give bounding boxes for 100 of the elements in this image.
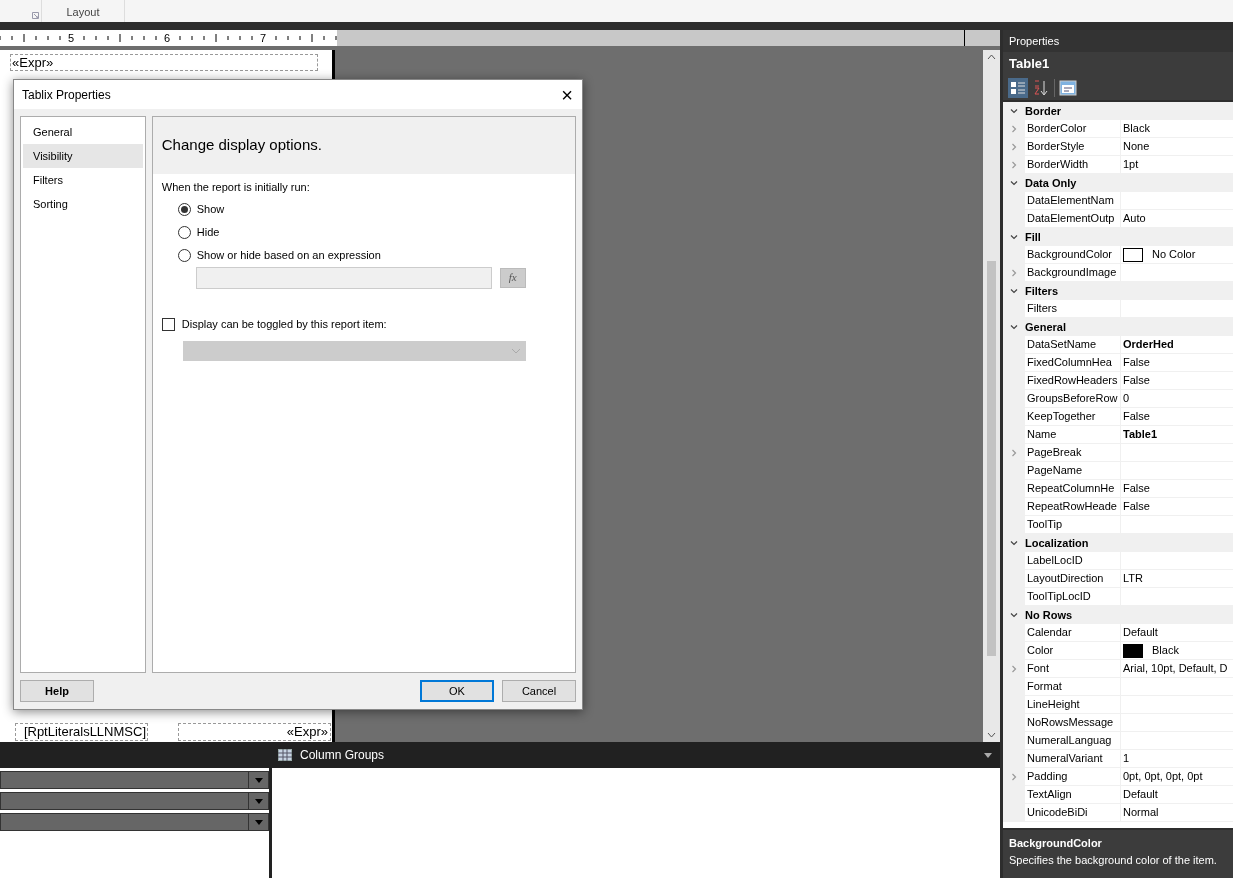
radio-button[interactable]: [177, 249, 191, 262]
radio-option[interactable]: Hide: [177, 224, 575, 241]
property-value[interactable]: Table1: [1123, 426, 1158, 443]
property-name[interactable]: Name: [1025, 426, 1120, 444]
property-value[interactable]: Default: [1123, 786, 1158, 803]
property-value[interactable]: False: [1123, 408, 1150, 425]
value-cell[interactable]: OrderHed: [1120, 336, 1233, 354]
chevron-icon[interactable]: [1010, 179, 1018, 187]
radio-button[interactable]: [177, 203, 191, 216]
dialog-button[interactable]: Cancel: [502, 680, 576, 702]
property-name[interactable]: NumeralLanguag: [1025, 732, 1120, 750]
vertical-scrollbar[interactable]: [983, 50, 1000, 742]
property-name[interactable]: LabelLocID: [1025, 552, 1120, 570]
property-value[interactable]: Black: [1152, 642, 1179, 659]
property-name[interactable]: BorderWidth: [1025, 156, 1120, 174]
property-value[interactable]: False: [1123, 498, 1150, 515]
property-name[interactable]: NumeralVariant: [1025, 750, 1120, 768]
value-cell[interactable]: No Color: [1120, 246, 1233, 264]
value-cell[interactable]: False: [1120, 480, 1233, 498]
scroll-up-icon[interactable]: [987, 54, 996, 60]
sort-icon[interactable]: [1032, 79, 1050, 97]
value-cell[interactable]: False: [1120, 498, 1233, 516]
dropdown-icon[interactable]: [254, 798, 263, 804]
property-value[interactable]: 0: [1123, 390, 1130, 407]
value-cell[interactable]: 0: [1120, 390, 1233, 408]
categorized-icon[interactable]: [1008, 78, 1028, 98]
property-name[interactable]: NoRowsMessage: [1025, 714, 1120, 732]
property-name[interactable]: BorderStyle: [1025, 138, 1120, 156]
property-name[interactable]: DataElementOutp: [1025, 210, 1120, 228]
property-name[interactable]: Calendar: [1025, 624, 1120, 642]
property-name[interactable]: PageBreak: [1025, 444, 1120, 462]
property-value[interactable]: 0pt, 0pt, 0pt, 0pt: [1123, 768, 1203, 785]
value-cell[interactable]: Table1: [1120, 426, 1233, 444]
group-dropdown[interactable]: [0, 771, 269, 789]
property-name[interactable]: DataSetName: [1025, 336, 1120, 354]
close-button[interactable]: ×: [552, 80, 582, 109]
chevron-icon[interactable]: [1010, 611, 1018, 619]
property-name[interactable]: PageName: [1025, 462, 1120, 480]
chevron-icon[interactable]: [1010, 233, 1018, 241]
chevron-icon[interactable]: [1010, 539, 1018, 547]
property-name[interactable]: FixedRowHeaders: [1025, 372, 1120, 390]
radio-button[interactable]: [177, 226, 191, 239]
property-value[interactable]: 1: [1123, 750, 1130, 767]
dropdown-icon[interactable]: [254, 777, 263, 783]
dialog-launcher-icon[interactable]: [32, 12, 39, 19]
property-value[interactable]: False: [1123, 480, 1150, 497]
property-value[interactable]: Black: [1123, 120, 1150, 137]
property-name[interactable]: Color: [1025, 642, 1120, 660]
value-cell[interactable]: False: [1120, 408, 1233, 426]
property-name[interactable]: ToolTipLocID: [1025, 588, 1120, 606]
value-cell[interactable]: 0pt, 0pt, 0pt, 0pt: [1120, 768, 1233, 786]
property-name[interactable]: GroupsBeforeRow: [1025, 390, 1120, 408]
radio-option[interactable]: Show: [177, 201, 575, 218]
property-name[interactable]: LayoutDirection: [1025, 570, 1120, 588]
property-value[interactable]: OrderHed: [1123, 336, 1174, 353]
property-name[interactable]: DataElementNam: [1025, 192, 1120, 210]
property-name[interactable]: UnicodeBiDi: [1025, 804, 1120, 822]
property-value[interactable]: Auto: [1123, 210, 1146, 227]
property-name[interactable]: TextAlign: [1025, 786, 1120, 804]
property-value[interactable]: 1pt: [1123, 156, 1139, 173]
value-cell[interactable]: Black: [1120, 120, 1233, 138]
value-cell[interactable]: 1: [1120, 750, 1233, 768]
scrollbar-thumb[interactable]: [987, 261, 996, 656]
property-name[interactable]: RepeatColumnHe: [1025, 480, 1120, 498]
value-cell[interactable]: False: [1120, 372, 1233, 390]
value-cell[interactable]: Black: [1120, 642, 1233, 660]
dropdown-icon[interactable]: [984, 752, 992, 758]
radio-option[interactable]: Show or hide based on an expression: [177, 247, 575, 264]
value-cell[interactable]: None: [1120, 138, 1233, 156]
help-button[interactable]: Help: [20, 680, 94, 702]
property-value[interactable]: None: [1123, 138, 1150, 155]
property-name[interactable]: Font: [1025, 660, 1120, 678]
group-dropdown[interactable]: [0, 813, 269, 831]
property-name[interactable]: BorderColor: [1025, 120, 1120, 138]
property-name[interactable]: RepeatRowHeade: [1025, 498, 1120, 516]
nav-item[interactable]: General: [23, 120, 143, 144]
property-value[interactable]: False: [1123, 354, 1150, 371]
group-dropdown[interactable]: [0, 792, 269, 810]
value-cell[interactable]: Default: [1120, 624, 1233, 642]
property-value[interactable]: Normal: [1123, 804, 1159, 821]
property-name[interactable]: BackgroundColor: [1025, 246, 1120, 264]
value-cell[interactable]: LTR: [1120, 570, 1233, 588]
dropdown-icon[interactable]: [254, 819, 263, 825]
nav-item[interactable]: Sorting: [23, 192, 143, 216]
property-name[interactable]: Filters: [1025, 300, 1120, 318]
property-name[interactable]: Format: [1025, 678, 1120, 696]
property-value[interactable]: Default: [1123, 624, 1158, 641]
nav-item[interactable]: Visibility: [23, 144, 143, 168]
value-cell[interactable]: False: [1120, 354, 1233, 372]
value-cell[interactable]: Normal: [1120, 804, 1233, 822]
property-name[interactable]: Padding: [1025, 768, 1120, 786]
property-value[interactable]: No Color: [1152, 246, 1196, 263]
property-name[interactable]: BackgroundImage: [1025, 264, 1120, 282]
property-name[interactable]: LineHeight: [1025, 696, 1120, 714]
property-pages-icon[interactable]: [1059, 80, 1077, 96]
chevron-icon[interactable]: [1010, 323, 1018, 331]
scroll-down-icon[interactable]: [987, 732, 996, 738]
property-name[interactable]: KeepTogether: [1025, 408, 1120, 426]
value-cell[interactable]: Default: [1120, 786, 1233, 804]
property-name[interactable]: FixedColumnHea: [1025, 354, 1120, 372]
